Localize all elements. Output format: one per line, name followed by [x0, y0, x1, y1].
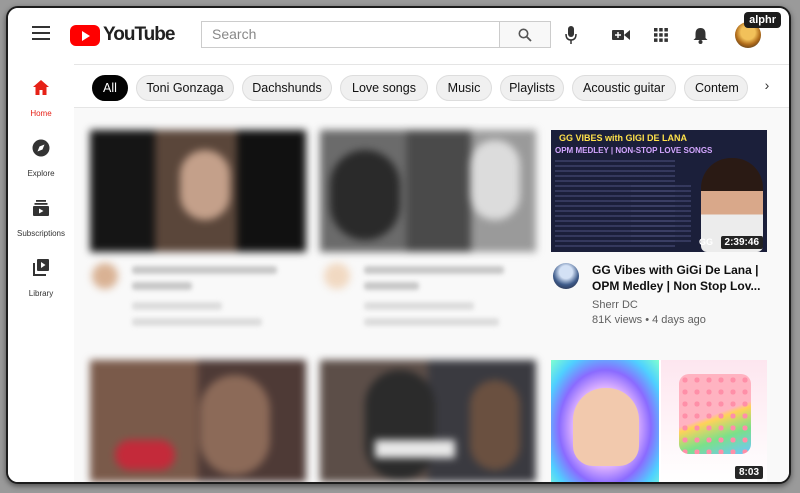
- subscriptions-icon: [33, 200, 49, 216]
- hand-shape: [573, 388, 639, 466]
- chip-toni-gonzaga[interactable]: Toni Gonzaga: [136, 75, 234, 101]
- blurred-channel-line: [132, 302, 222, 310]
- chip-all[interactable]: All: [92, 75, 128, 101]
- sidebar-item-subscriptions[interactable]: Subscriptions: [8, 198, 74, 254]
- sidebar-item-explore[interactable]: Explore: [8, 138, 74, 194]
- video-title[interactable]: GG Vibes with GiGi De Lana | OPM Medley …: [592, 262, 788, 294]
- video-thumbnail-blurred[interactable]: [320, 360, 536, 482]
- notifications-bell-icon[interactable]: [691, 25, 709, 45]
- library-icon: [33, 259, 49, 276]
- video-title-line-2: OPM Medley | Non Stop Lov...: [592, 279, 761, 293]
- channel-avatar-sherr-dc[interactable]: [553, 263, 579, 289]
- video-thumbnail-gg-vibes[interactable]: GG VIBES with GIGI DE LANA OPM MEDLEY | …: [551, 130, 767, 252]
- thumbnail-header-text: GG VIBES with GIGI DE LANA: [559, 133, 688, 143]
- logo-text: YouTube: [103, 24, 175, 45]
- chip-dachshunds[interactable]: Dachshunds: [242, 75, 332, 101]
- chip-playlists[interactable]: Playlists: [500, 75, 564, 101]
- channel-avatar[interactable]: [92, 263, 118, 289]
- search-button[interactable]: [499, 21, 551, 48]
- video-stats: 81K views • 4 days ago: [592, 314, 706, 326]
- video-thumbnail-blurred[interactable]: [90, 360, 306, 482]
- home-icon: [33, 80, 49, 95]
- video-title-line-1: GG Vibes with GiGi De Lana |: [592, 263, 759, 277]
- masthead: YouTube PH Search alphr: [8, 8, 789, 64]
- video-thumbnail-slime[interactable]: 8:03: [551, 360, 767, 482]
- thumbnail-tracklist: [631, 185, 691, 245]
- blurred-title-line: [364, 282, 419, 290]
- sidebar-item-home[interactable]: Home: [8, 78, 74, 134]
- sidebar-label-explore: Explore: [27, 169, 55, 178]
- thumbnail-sub-text: OPM MEDLEY | NON-STOP LOVE SONGS: [555, 146, 713, 155]
- blurred-channel-line: [364, 302, 474, 310]
- sidebar-label-home: Home: [30, 109, 52, 118]
- mini-guide-sidebar: Home Explore Subscriptions Library: [8, 64, 74, 482]
- search-icon: [518, 28, 532, 42]
- youtube-logo[interactable]: YouTube PH: [70, 20, 220, 46]
- channel-name[interactable]: Sherr DC: [592, 298, 638, 313]
- filter-chip-bar: All Toni Gonzaga Dachshunds Love songs M…: [74, 64, 789, 108]
- compass-icon: [32, 139, 50, 157]
- chip-music[interactable]: Music: [436, 75, 492, 101]
- menu-icon[interactable]: [32, 26, 50, 42]
- blurred-title-line: [364, 266, 504, 274]
- thumbnail-badge: GG: [699, 237, 714, 247]
- create-video-icon[interactable]: [612, 25, 630, 45]
- chip-acoustic-guitar[interactable]: Acoustic guitar: [572, 75, 676, 101]
- video-thumbnail-blurred[interactable]: [320, 130, 536, 252]
- blurred-title-line: [132, 266, 277, 274]
- sidebar-label-subscriptions: Subscriptions: [16, 229, 66, 238]
- alphr-watermark: alphr: [744, 12, 781, 28]
- duration-badge: 2:39:46: [720, 236, 763, 249]
- sidebar-item-library[interactable]: Library: [8, 258, 74, 314]
- video-thumbnail-blurred[interactable]: [90, 130, 306, 252]
- sidebar-label-library: Library: [28, 289, 54, 298]
- play-logo-icon: [70, 24, 100, 46]
- blurred-stats-line: [132, 318, 262, 326]
- bead-cube: [679, 374, 751, 454]
- microphone-icon[interactable]: [562, 25, 580, 45]
- chip-love-songs[interactable]: Love songs: [340, 75, 428, 101]
- blurred-title-line: [132, 282, 192, 290]
- blurred-stats-line: [364, 318, 499, 326]
- apps-grid-icon[interactable]: [652, 25, 670, 45]
- chevron-right-icon[interactable]: ›: [754, 77, 780, 101]
- chip-contemporary[interactable]: Contem: [684, 75, 748, 101]
- browser-frame: YouTube PH Search alphr Home Explore: [6, 6, 791, 484]
- video-grid: GG VIBES with GIGI DE LANA OPM MEDLEY | …: [74, 108, 789, 482]
- search-input[interactable]: Search: [201, 21, 499, 48]
- channel-avatar[interactable]: [324, 263, 350, 289]
- duration-badge: 8:03: [734, 466, 763, 479]
